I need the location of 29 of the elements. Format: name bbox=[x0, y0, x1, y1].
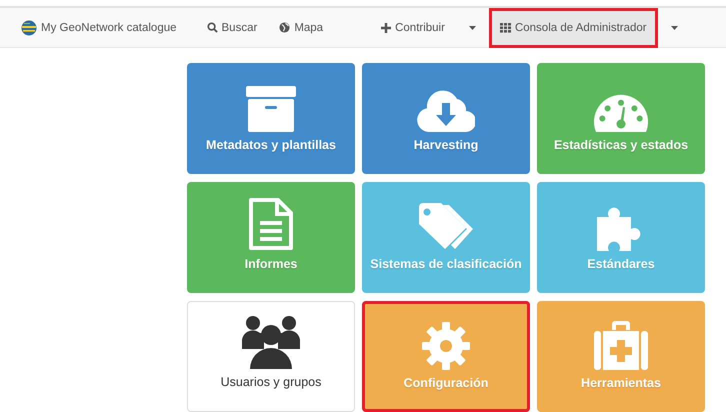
gauge-icon bbox=[594, 94, 648, 132]
search-icon bbox=[206, 22, 218, 33]
caret-icon bbox=[468, 26, 476, 30]
nav-link[interactable]: Consola de Administrador bbox=[492, 10, 655, 44]
admin-tile[interactable]: Estadísticas y estados bbox=[537, 63, 705, 174]
first-aid-kit-icon bbox=[594, 320, 648, 370]
nav-link[interactable]: Contribuir bbox=[373, 10, 453, 44]
globe-icon bbox=[279, 22, 290, 33]
grid-icon bbox=[500, 22, 511, 32]
admin-tile[interactable]: Usuarios y grupos bbox=[187, 301, 355, 412]
nav-link[interactable]: Mapa bbox=[271, 10, 332, 44]
admin-tile[interactable]: Metadatos y plantillas bbox=[187, 63, 355, 174]
caret-icon bbox=[670, 26, 678, 30]
archive-box-icon bbox=[246, 86, 296, 132]
admin-tile[interactable]: Herramientas bbox=[537, 301, 705, 412]
admin-tile[interactable]: Configuración bbox=[362, 301, 530, 412]
gear-icon bbox=[422, 322, 470, 370]
document-icon bbox=[248, 197, 294, 251]
admin-tile[interactable]: Harvesting bbox=[362, 63, 530, 174]
globe-logo-icon bbox=[21, 20, 37, 36]
admin-tile[interactable]: Estándares bbox=[537, 182, 705, 293]
admin-tile[interactable]: Informes bbox=[187, 182, 355, 293]
plus-icon bbox=[381, 22, 392, 32]
brand-link[interactable]: My GeoNetwork catalogue bbox=[21, 20, 177, 36]
nav-link[interactable]: Buscar bbox=[198, 10, 266, 44]
people-icon bbox=[242, 315, 300, 369]
admin-tile[interactable]: Sistemas de clasificación bbox=[362, 182, 530, 293]
cloud-download-icon bbox=[417, 90, 475, 132]
tags-icon bbox=[417, 203, 475, 251]
